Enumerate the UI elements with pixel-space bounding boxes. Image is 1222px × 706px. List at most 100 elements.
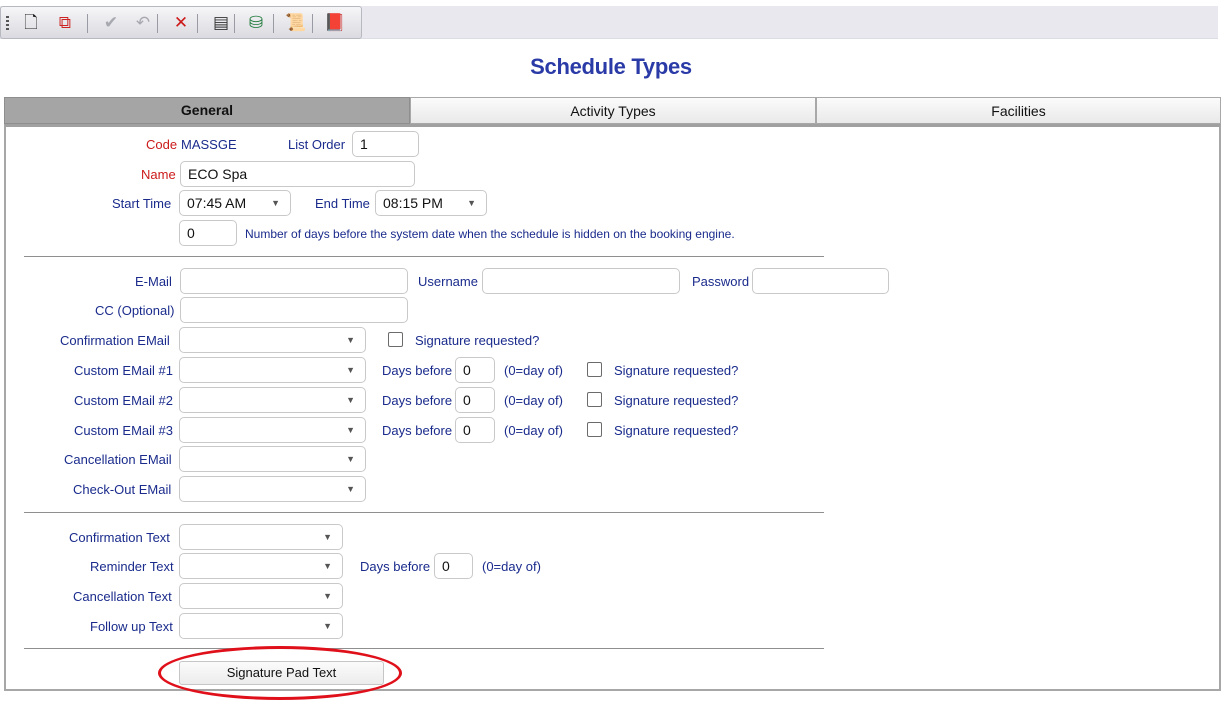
divider: [24, 256, 824, 257]
script-icon[interactable]: 📜: [284, 12, 308, 34]
custom-email-3-days-label: Days before: [382, 423, 453, 438]
toolbar-separator: [234, 14, 235, 33]
cancellation-email-select[interactable]: ▼: [179, 446, 366, 472]
toolbar-separator: [197, 14, 198, 33]
confirmation-email-label: Confirmation EMail: [60, 333, 170, 348]
chevron-down-icon: ▼: [467, 198, 476, 208]
days-hidden-description: Number of days before the system date wh…: [245, 227, 735, 241]
reminder-text-label: Reminder Text: [90, 559, 174, 574]
custom-email-3-select[interactable]: ▼: [179, 417, 366, 443]
list-order-label: List Order: [288, 137, 346, 152]
toolbar-separator: [157, 14, 158, 33]
end-time-label: End Time: [315, 196, 370, 211]
chevron-down-icon: ▼: [323, 621, 332, 631]
new-document-icon[interactable]: 🗋: [19, 12, 43, 34]
divider: [24, 512, 824, 513]
save-check-icon[interactable]: ✔: [99, 12, 123, 34]
chevron-down-icon: ▼: [323, 532, 332, 542]
tab-activity-types[interactable]: Activity Types: [410, 97, 816, 124]
followup-text-label: Follow up Text: [90, 619, 173, 634]
custom-email-2-select[interactable]: ▼: [179, 387, 366, 413]
custom-email-1-signature-label: Signature requested?: [614, 363, 739, 378]
chevron-down-icon: ▼: [271, 198, 280, 208]
copy-document-icon[interactable]: ⧉: [53, 12, 77, 34]
page-title: Schedule Types: [530, 54, 692, 79]
toolbar-separator: [273, 14, 274, 33]
reminder-text-select[interactable]: ▼: [179, 553, 343, 579]
cancellation-text-select[interactable]: ▼: [179, 583, 343, 609]
tab-general[interactable]: General: [4, 97, 410, 124]
confirmation-email-select[interactable]: ▼: [179, 327, 366, 353]
custom-email-1-days-input[interactable]: 0: [455, 357, 495, 383]
tab-facilities[interactable]: Facilities: [816, 97, 1221, 124]
toolbar-strip: 🗋 ⧉ ✔ ↶ ✕ ▤ ⛁ 📜 📕: [0, 6, 362, 39]
end-time-value: 08:15 PM: [383, 195, 443, 211]
custom-email-2-signature-checkbox[interactable]: [587, 392, 602, 407]
days-hidden-input[interactable]: 0: [179, 220, 237, 246]
confirmation-text-select[interactable]: ▼: [179, 524, 343, 550]
checkout-email-select[interactable]: ▼: [179, 476, 366, 502]
code-value: MASSGE: [181, 137, 237, 152]
chevron-down-icon: ▼: [346, 395, 355, 405]
custom-email-2-signature-label: Signature requested?: [614, 393, 739, 408]
custom-email-2-label: Custom EMail #2: [74, 393, 173, 408]
custom-email-2-day-of-hint: (0=day of): [504, 393, 563, 408]
reminder-days-label: Days before: [360, 559, 431, 574]
custom-email-1-signature-checkbox[interactable]: [587, 362, 602, 377]
custom-email-1-day-of-hint: (0=day of): [504, 363, 563, 378]
cancellation-email-label: Cancellation EMail: [64, 452, 172, 467]
password-input[interactable]: [752, 268, 889, 294]
confirmation-text-label: Confirmation Text: [69, 530, 170, 545]
help-book-icon[interactable]: 📕: [323, 12, 347, 34]
checkout-email-label: Check-Out EMail: [73, 482, 172, 497]
custom-email-2-days-label: Days before: [382, 393, 453, 408]
chevron-down-icon: ▼: [323, 561, 332, 571]
reminder-days-input[interactable]: 0: [434, 553, 473, 579]
username-label: Username: [418, 274, 478, 289]
email-label: E-Mail: [135, 274, 172, 289]
confirmation-signature-label: Signature requested?: [415, 333, 540, 348]
chevron-down-icon: ▼: [346, 484, 355, 494]
delete-icon[interactable]: ✕: [169, 12, 193, 34]
list-order-input[interactable]: 1: [352, 131, 419, 157]
toolbar-grip[interactable]: [6, 16, 9, 31]
code-label: Code: [146, 137, 178, 152]
toolbar-separator: [87, 14, 88, 33]
chevron-down-icon: ▼: [323, 591, 332, 601]
end-time-select[interactable]: 08:15 PM ▼: [375, 190, 487, 216]
report-icon[interactable]: ▤: [209, 12, 233, 34]
custom-email-3-days-input[interactable]: 0: [455, 417, 495, 443]
custom-email-1-select[interactable]: ▼: [179, 357, 366, 383]
custom-email-3-signature-label: Signature requested?: [614, 423, 739, 438]
custom-email-2-days-input[interactable]: 0: [455, 387, 495, 413]
toolbar: 🗋 ⧉ ✔ ↶ ✕ ▤ ⛁ 📜 📕: [0, 6, 1218, 39]
name-label: Name: [141, 167, 176, 182]
reminder-day-of-hint: (0=day of): [482, 559, 541, 574]
cc-input[interactable]: [180, 297, 408, 323]
name-input[interactable]: ECO Spa: [180, 161, 415, 187]
cancellation-text-label: Cancellation Text: [73, 589, 172, 604]
chevron-down-icon: ▼: [346, 365, 355, 375]
custom-email-3-label: Custom EMail #3: [74, 423, 173, 438]
password-label: Password: [692, 274, 750, 289]
export-icon[interactable]: ⛁: [244, 12, 268, 34]
tab-bar: General Activity Types Facilities: [4, 97, 1221, 124]
username-input[interactable]: [482, 268, 680, 294]
signature-pad-text-button[interactable]: Signature Pad Text: [179, 661, 384, 685]
toolbar-separator: [312, 14, 313, 33]
undo-icon[interactable]: ↶: [131, 12, 155, 34]
confirmation-signature-checkbox[interactable]: [388, 332, 403, 347]
divider: [24, 648, 824, 649]
custom-email-1-label: Custom EMail #1: [74, 363, 173, 378]
custom-email-3-day-of-hint: (0=day of): [504, 423, 563, 438]
email-input[interactable]: [180, 268, 408, 294]
start-time-value: 07:45 AM: [187, 195, 247, 211]
chevron-down-icon: ▼: [346, 335, 355, 345]
followup-text-select[interactable]: ▼: [179, 613, 343, 639]
start-time-label: Start Time: [112, 196, 172, 211]
custom-email-3-signature-checkbox[interactable]: [587, 422, 602, 437]
custom-email-1-days-label: Days before: [382, 363, 453, 378]
chevron-down-icon: ▼: [346, 454, 355, 464]
start-time-select[interactable]: 07:45 AM ▼: [179, 190, 291, 216]
cc-label: CC (Optional): [95, 303, 175, 318]
